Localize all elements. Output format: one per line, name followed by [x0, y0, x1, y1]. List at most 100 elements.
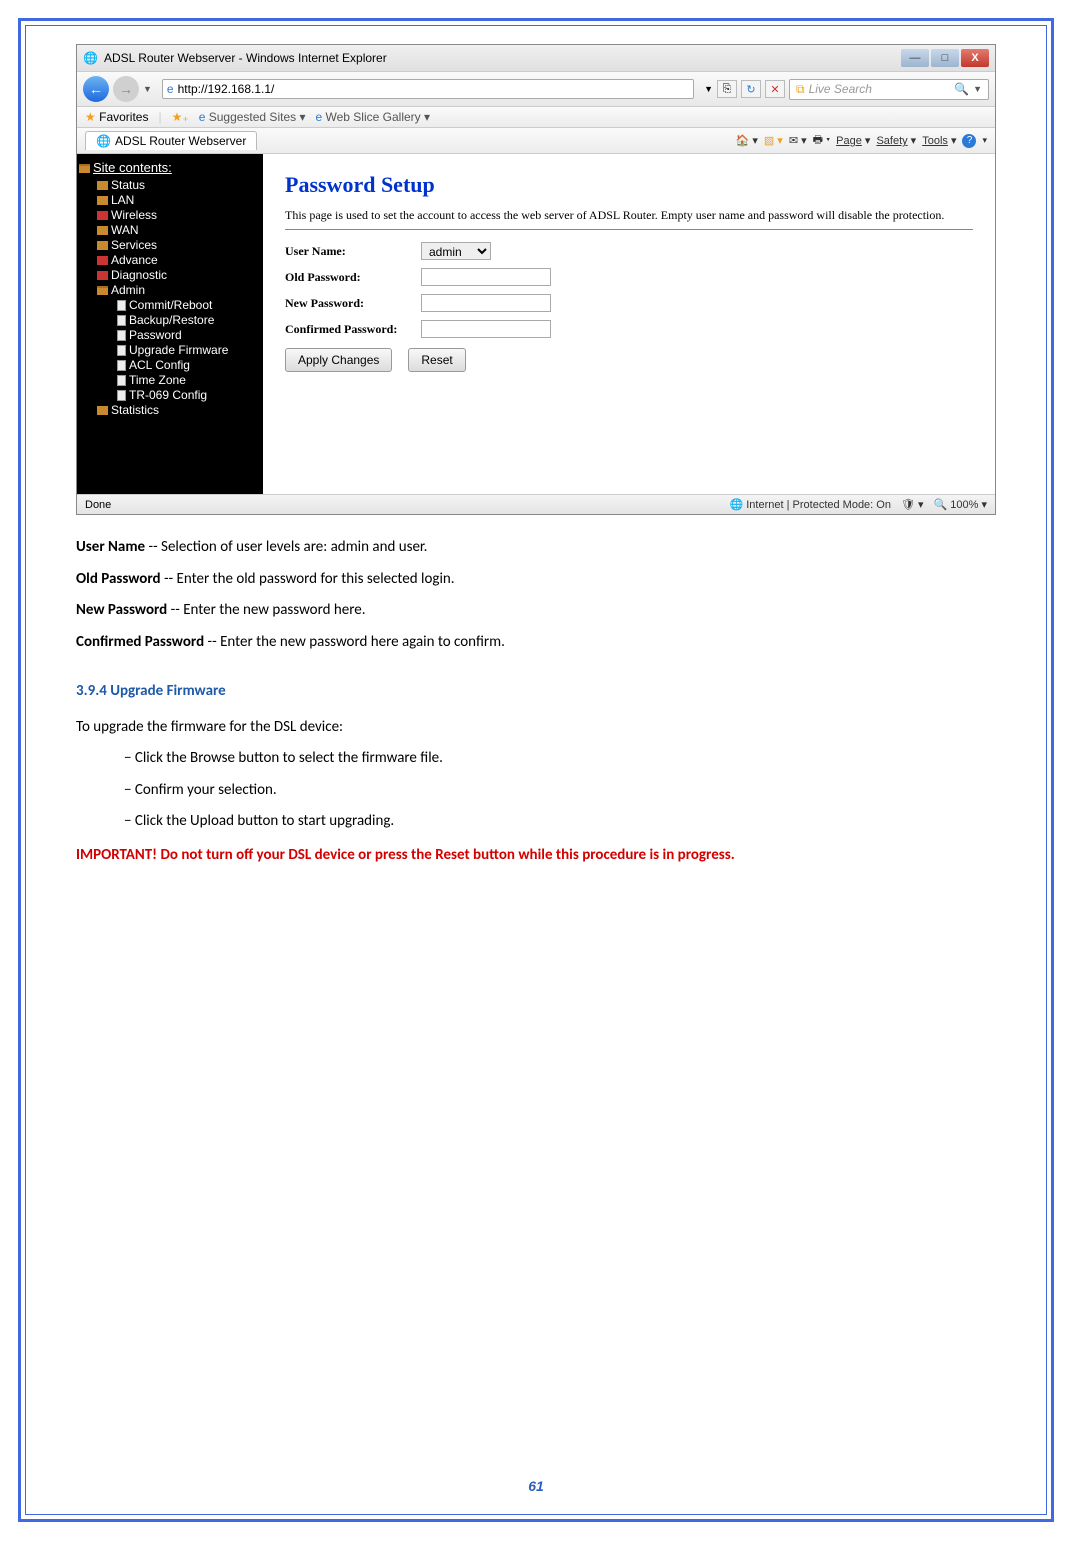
favorites-button[interactable]: ★ Favorites: [85, 110, 148, 124]
step-3: − Click the Upload button to start upgra…: [124, 809, 996, 835]
main-panel: Password Setup This page is used to set …: [263, 154, 995, 494]
page-icon: [117, 330, 126, 341]
router-page: Site contents: Status LAN Wireless WAN S…: [77, 154, 995, 494]
upgrade-intro: To upgrade the firmware for the DSL devi…: [76, 715, 996, 741]
ie-titlebar: 🌐 ADSL Router Webserver - Windows Intern…: [77, 45, 995, 72]
folder-icon: [97, 211, 108, 220]
old-password-input[interactable]: [421, 268, 551, 286]
apply-changes-button[interactable]: Apply Changes: [285, 348, 392, 372]
sidebar-item-lan[interactable]: LAN: [79, 193, 257, 208]
confirm-password-input[interactable]: [421, 320, 551, 338]
minimize-button[interactable]: —: [901, 49, 929, 67]
new-password-input[interactable]: [421, 294, 551, 312]
page-menu[interactable]: Page ▾: [836, 134, 870, 147]
sidebar-item-advance[interactable]: Advance: [79, 253, 257, 268]
search-dropdown-icon[interactable]: ▼: [973, 84, 982, 94]
help-button[interactable]: ?: [962, 134, 976, 148]
document-body: User Name -- Selection of user levels ar…: [76, 535, 996, 868]
page-icon: [117, 300, 126, 311]
sidebar-item-admin[interactable]: Admin: [79, 283, 257, 298]
status-security-icon[interactable]: 🛡 ▾: [901, 498, 924, 511]
web-slice-link[interactable]: e Web Slice Gallery ▾: [315, 110, 430, 124]
live-search-logo-icon: ⧉: [796, 82, 805, 97]
sidebar-item-time-zone[interactable]: Time Zone: [79, 373, 257, 388]
label-oldpw: Old Password: [76, 570, 161, 588]
ie-page-icon: e: [167, 82, 174, 96]
tab-favicon: 🌐: [96, 134, 111, 148]
sidebar-item-commit-reboot[interactable]: Commit/Reboot: [79, 298, 257, 313]
sidebar-item-status[interactable]: Status: [79, 178, 257, 193]
home-button[interactable]: 🏠 ▾: [736, 134, 758, 147]
ie-navbar: ← → ▼ e http://192.168.1.1/ ▼ ⎘ ↻ ✕ ⧉ Li…: [77, 72, 995, 107]
zoom-control[interactable]: 🔍 100% ▾: [934, 498, 987, 511]
address-bar[interactable]: e http://192.168.1.1/: [162, 79, 694, 99]
folder-icon: [97, 256, 108, 265]
reset-button[interactable]: Reset: [408, 348, 465, 372]
read-mail-button[interactable]: ✉ ▾: [789, 134, 807, 147]
sidebar-item-password[interactable]: Password: [79, 328, 257, 343]
section-heading: 3.9.4 Upgrade Firmware: [76, 679, 996, 705]
step-2: − Confirm your selection.: [124, 778, 996, 804]
oldpw-label: Old Password:: [285, 270, 415, 285]
label-confpw: Confirmed Password: [76, 633, 204, 651]
ie-window: 🌐 ADSL Router Webserver - Windows Intern…: [76, 44, 996, 515]
globe-icon: 🌐: [729, 499, 743, 511]
sidebar-item-backup-restore[interactable]: Backup/Restore: [79, 313, 257, 328]
page-icon: [117, 315, 126, 326]
sidebar-header: Site contents:: [93, 160, 172, 175]
page-icon: [117, 375, 126, 386]
tools-menu[interactable]: Tools ▾: [922, 134, 956, 147]
sidebar-item-wan[interactable]: WAN: [79, 223, 257, 238]
forward-button[interactable]: →: [113, 76, 139, 102]
folder-icon: [97, 196, 108, 205]
page-icon: [117, 360, 126, 371]
sidebar-item-services[interactable]: Services: [79, 238, 257, 253]
tab-title: ADSL Router Webserver: [115, 134, 246, 148]
feeds-button[interactable]: ▧ ▾: [764, 134, 783, 147]
addr-dropdown-icon[interactable]: ▼: [704, 84, 713, 94]
page-icon: [117, 390, 126, 401]
search-placeholder: Live Search: [809, 82, 872, 96]
folder-open-icon: [97, 286, 108, 295]
step-1: − Click the Browse button to select the …: [124, 746, 996, 772]
page-heading: Password Setup: [285, 172, 973, 198]
sidebar-item-acl-config[interactable]: ACL Config: [79, 358, 257, 373]
status-zone: 🌐 Internet | Protected Mode: On: [729, 498, 890, 511]
folder-icon: [97, 406, 108, 415]
folder-icon: [97, 241, 108, 250]
compat-view-button[interactable]: ⎘: [717, 80, 737, 98]
search-icon[interactable]: 🔍: [954, 82, 969, 96]
close-button[interactable]: X: [961, 49, 989, 67]
newpw-label: New Password:: [285, 296, 415, 311]
folder-icon: [97, 226, 108, 235]
ie-logo-icon: 🌐: [83, 51, 98, 65]
folder-icon: [97, 271, 108, 280]
username-select[interactable]: admin: [421, 242, 491, 260]
folder-icon: [97, 181, 108, 190]
sidebar-item-statistics[interactable]: Statistics: [79, 403, 257, 418]
navbar-dropdown-icon[interactable]: ▼: [143, 84, 152, 94]
suggested-sites-link[interactable]: e Suggested Sites ▾: [199, 110, 306, 124]
status-text-left: Done: [85, 499, 111, 511]
sidebar-item-diagnostic[interactable]: Diagnostic: [79, 268, 257, 283]
maximize-button[interactable]: □: [931, 49, 959, 67]
tab-toolbar: 🌐 ADSL Router Webserver 🏠 ▾ ▧ ▾ ✉ ▾ 🖶 ▾ …: [77, 128, 995, 154]
label-newpw: New Password: [76, 601, 167, 619]
add-favorites-icon[interactable]: ★₊: [172, 110, 189, 124]
refresh-button[interactable]: ↻: [741, 80, 761, 98]
page-number: 61: [26, 1478, 1046, 1494]
stop-button[interactable]: ✕: [765, 80, 785, 98]
safety-menu[interactable]: Safety ▾: [876, 134, 916, 147]
print-button[interactable]: 🖶 ▾: [813, 131, 831, 150]
username-label: User Name:: [285, 244, 415, 259]
page-description: This page is used to set the account to …: [285, 208, 973, 223]
tree-root-icon: [79, 164, 90, 173]
back-button[interactable]: ←: [83, 76, 109, 102]
important-warning: IMPORTANT! Do not turn off your DSL devi…: [76, 843, 996, 869]
sidebar-item-tr069[interactable]: TR-069 Config: [79, 388, 257, 403]
sidebar-item-upgrade-firmware[interactable]: Upgrade Firmware: [79, 343, 257, 358]
browser-tab[interactable]: 🌐 ADSL Router Webserver: [85, 131, 257, 150]
sidebar-item-wireless[interactable]: Wireless: [79, 208, 257, 223]
url-text: http://192.168.1.1/: [178, 82, 275, 96]
search-box[interactable]: ⧉ Live Search 🔍 ▼: [789, 79, 989, 100]
